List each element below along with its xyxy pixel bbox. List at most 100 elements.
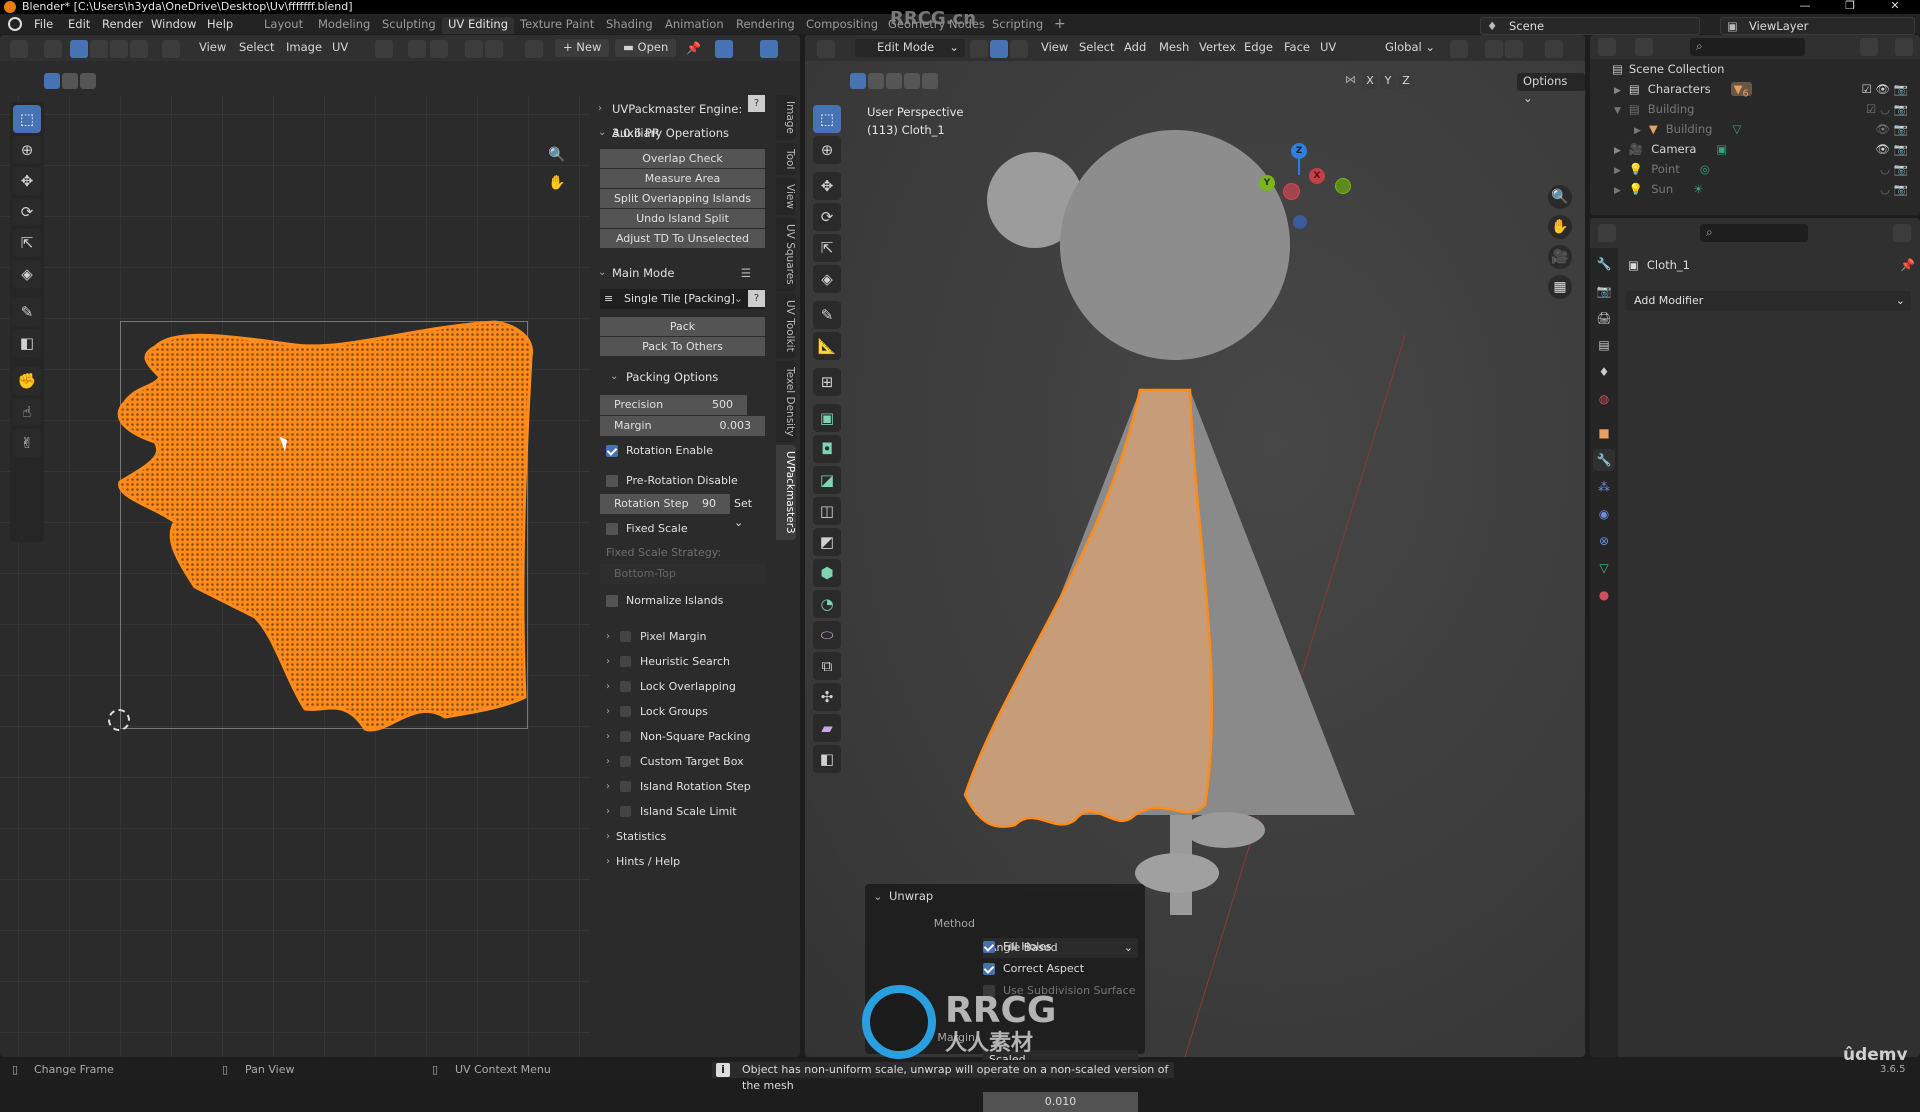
rotate-tool-icon[interactable]: ⟳ [13, 198, 41, 226]
outliner-row-camera[interactable]: ▶ 🎥 Camera ▣ 👁 📷 [1590, 139, 1920, 159]
uv-display-icon[interactable] [760, 40, 778, 58]
uv-menu-select[interactable]: Select [235, 39, 278, 57]
tab-view[interactable]: View [776, 178, 796, 216]
data-tab-icon[interactable]: ▽ [1593, 557, 1615, 579]
scene-collection-row[interactable]: ▤ Scene Collection [1590, 59, 1920, 79]
annotate-tool-icon[interactable]: ✎ [813, 301, 841, 329]
tab-texel-density[interactable]: Texel Density [776, 360, 796, 443]
normalize-islands-checkbox[interactable]: Normalize Islands [606, 590, 775, 612]
tool-tab-icon[interactable]: 🔧 [1593, 253, 1615, 275]
rip-region-tool-icon[interactable]: ◧ [13, 329, 41, 357]
subpanel-toggle[interactable] [620, 806, 631, 817]
unwrap-header[interactable]: ⌄ Unwrap [865, 884, 1145, 908]
snap-icon[interactable] [408, 40, 426, 58]
expand-icon[interactable]: ▶ [1614, 186, 1621, 196]
cursor-tool-icon[interactable]: ⊕ [13, 136, 41, 164]
pan-hand-icon[interactable]: ✋ [548, 175, 565, 191]
extrude-tool-icon[interactable]: ▣ [813, 404, 841, 432]
gizmo-x-icon[interactable]: X [1309, 168, 1325, 184]
grab-tool-icon[interactable]: ✊ [13, 367, 41, 395]
subpanel-non-square-packing[interactable]: › Non-Square Packing [590, 724, 775, 749]
spin-tool-icon[interactable]: ◔ [813, 590, 841, 618]
visibility-controls[interactable]: ☑ ◡ 📷 [1866, 99, 1908, 119]
material-tab-icon[interactable]: ● [1593, 584, 1615, 606]
bevel-tool-icon[interactable]: ◪ [813, 466, 841, 494]
tab-compositing[interactable]: Compositing [800, 17, 884, 34]
rotation-step-field[interactable]: Rotation Step 90 [600, 494, 730, 514]
outliner-row-characters[interactable]: ▶ ▤ Characters ▼6 ☑ 👁 📷 [1590, 79, 1920, 99]
pack-button[interactable]: Pack [600, 317, 765, 337]
move-tool-icon[interactable]: ✥ [13, 167, 41, 195]
measure-area-button[interactable]: Measure Area [600, 169, 765, 189]
view-layer-filter-icon[interactable] [1635, 38, 1653, 56]
zoom-icon[interactable]: 🔍 [1548, 185, 1572, 209]
subpanel-custom-target-box[interactable]: › Custom Target Box [590, 749, 775, 774]
precision-help-icon[interactable]: ? [748, 95, 765, 112]
maximize-button[interactable]: ❐ [1835, 0, 1865, 14]
transform-tool-icon[interactable]: ◈ [813, 265, 841, 293]
tab-rendering[interactable]: Rendering [730, 17, 801, 34]
view-layer-tab-icon[interactable]: ▤ [1593, 334, 1615, 356]
gizmo-neg-y-icon[interactable] [1335, 178, 1351, 194]
tab-tool[interactable]: Tool [776, 142, 796, 176]
tab-layout[interactable]: Layout [258, 17, 309, 34]
shrink-fatten-tool-icon[interactable]: ✣ [813, 683, 841, 711]
expand-icon[interactable]: ▶ [1614, 146, 1621, 156]
gizmo-z-icon[interactable]: Z [1291, 143, 1307, 159]
menu-file[interactable]: File [34, 17, 53, 31]
packing-options-header[interactable]: ⌄ Packing Options [590, 365, 775, 389]
subpanel-toggle[interactable] [620, 781, 631, 792]
tab-image[interactable]: Image [776, 95, 796, 140]
navigation-gizmo[interactable]: Z X Y [1255, 95, 1375, 229]
zoom-icon[interactable]: 🔍 [548, 147, 565, 163]
precision-field[interactable]: Precision 500 [600, 395, 747, 415]
subpanel-toggle[interactable] [620, 631, 631, 642]
display-mode-icon[interactable] [1598, 38, 1616, 56]
set-rotation-dropdown[interactable]: Set ⌄ [730, 494, 765, 529]
physics-tab-icon[interactable]: ◉ [1593, 503, 1615, 525]
tab-texture-paint[interactable]: Texture Paint [514, 17, 600, 34]
subpanel-pixel-margin[interactable]: › Pixel Margin [590, 624, 775, 649]
subpanel-hints-help[interactable]: › Hints / Help [590, 849, 775, 874]
collapse-icon[interactable]: ▼ [1614, 106, 1621, 116]
object-tab-icon[interactable]: ■ [1593, 422, 1615, 444]
sticky-select-icon[interactable] [162, 40, 180, 58]
subpanel-island-rotation-step[interactable]: › Island Rotation Step [590, 774, 775, 799]
outliner-search-input[interactable]: ⌕ [1690, 38, 1805, 56]
properties-search-input[interactable]: ⌕ [1700, 224, 1808, 242]
close-button[interactable]: ✕ [1880, 0, 1910, 14]
open-image-button[interactable]: ▬ Open [615, 39, 677, 57]
scene-tab-icon[interactable]: ♦ [1593, 361, 1615, 383]
aux-ops-header[interactable]: ⌄ Auxiliary Operations [590, 121, 775, 145]
face-select-icon[interactable] [110, 40, 128, 58]
camera-view-icon[interactable]: 🎥 [1548, 245, 1572, 269]
smooth-tool-icon[interactable]: ⬭ [813, 621, 841, 649]
editor-type-icon[interactable] [10, 40, 28, 58]
modifiers-tab-icon[interactable]: 🔧 [1593, 449, 1615, 471]
uv-menu-view[interactable]: View [195, 39, 230, 57]
visibility-controls[interactable]: ◡ 📷 [1880, 159, 1908, 179]
list-icon[interactable]: ☰ [741, 261, 751, 285]
move-tool-icon[interactable]: ✥ [813, 172, 841, 200]
pre-rotation-disable-checkbox[interactable]: Pre-Rotation Disable [606, 470, 775, 492]
subpanel-lock-groups[interactable]: › Lock Groups [590, 699, 775, 724]
add-workspace-button[interactable]: + [1048, 17, 1072, 34]
tab-uv-squares[interactable]: UV Squares [776, 218, 796, 291]
subpanel-lock-overlapping[interactable]: › Lock Overlapping [590, 674, 775, 699]
image-browse-icon[interactable] [525, 40, 543, 58]
visibility-controls[interactable]: 👁 📷 [1875, 139, 1908, 159]
tab-uvpackmaster3[interactable]: UVPackmaster3 [776, 445, 796, 540]
editor-type-icon[interactable] [1598, 224, 1616, 242]
new-collection-icon[interactable] [1895, 38, 1913, 56]
island-select-icon[interactable] [130, 40, 148, 58]
visibility-controls[interactable]: 👁 📷 [1875, 119, 1908, 139]
blender-menu-icon[interactable] [8, 17, 22, 31]
cursor-tool-icon[interactable]: ⊕ [813, 136, 841, 164]
tab-shading[interactable]: Shading [600, 17, 659, 34]
relax-tool-icon[interactable]: ☝ [13, 398, 41, 426]
gizmo-neg-x-icon[interactable] [1283, 183, 1300, 200]
fill-holes-checkbox[interactable]: Fill Holes [983, 936, 1052, 958]
margin-field[interactable]: Margin 0.003 [600, 416, 765, 436]
rotation-enable-checkbox[interactable]: Rotation Enable [606, 440, 775, 462]
cloth-mesh[interactable] [963, 388, 1214, 828]
